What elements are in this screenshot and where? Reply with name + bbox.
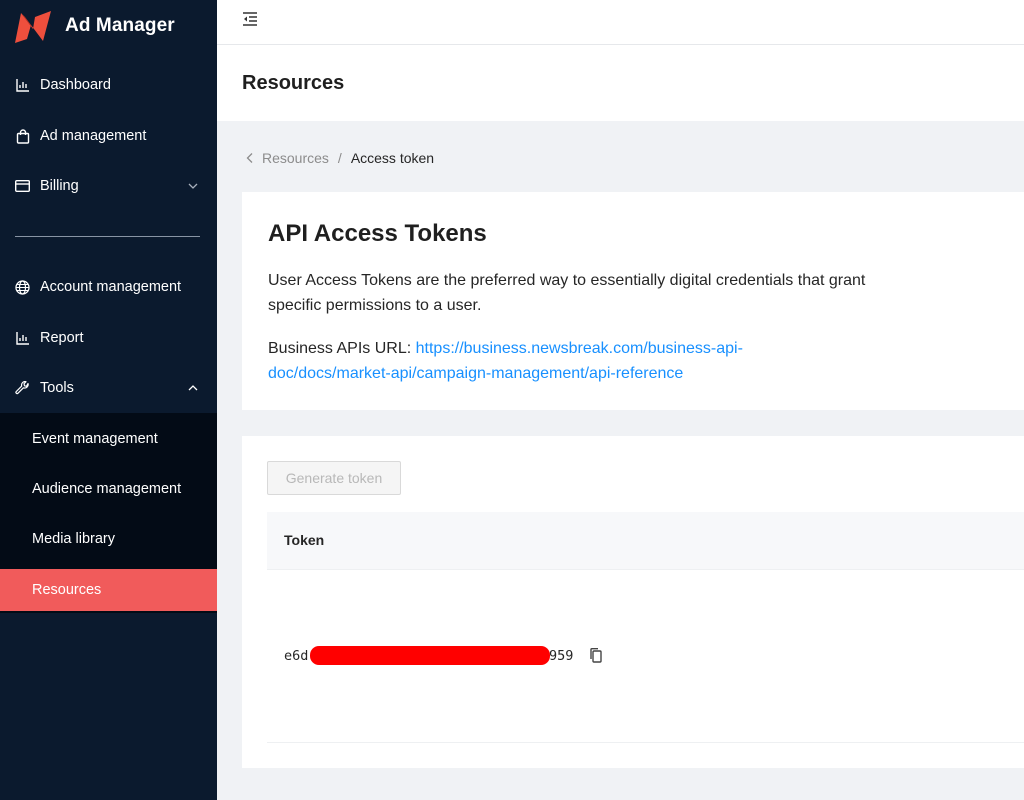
- sidebar-item-label: Media library: [32, 531, 115, 547]
- sidebar-item-tools[interactable]: Tools: [0, 363, 217, 413]
- shopping-bag-icon: [14, 128, 31, 145]
- bar-chart-icon: [14, 330, 31, 347]
- breadcrumb-link-resources[interactable]: Resources: [262, 150, 329, 166]
- brand[interactable]: Ad Manager: [0, 0, 217, 52]
- sidebar-item-report[interactable]: Report: [0, 313, 217, 363]
- sidebar-item-label: Report: [40, 330, 84, 346]
- sidebar-item-audience-management[interactable]: Audience management: [0, 468, 217, 510]
- sidebar-item-account-management[interactable]: Account management: [0, 262, 217, 312]
- chevron-down-icon: [188, 183, 198, 189]
- api-url-label: Business APIs URL:: [268, 340, 412, 357]
- generate-token-button[interactable]: Generate token: [267, 461, 401, 495]
- api-info-card: API Access Tokens User Access Tokens are…: [242, 192, 1024, 410]
- sidebar-item-label: Audience management: [32, 481, 182, 497]
- card-description: User Access Tokens are the preferred way…: [268, 272, 866, 314]
- sidebar: Ad Manager Dashboard Ad management Billi…: [0, 0, 217, 800]
- logo-icon: [15, 11, 51, 43]
- sidebar-item-label: Resources: [32, 582, 102, 598]
- globe-icon: [14, 279, 31, 296]
- card-title: API Access Tokens: [268, 220, 487, 247]
- breadcrumb-separator: /: [337, 150, 342, 166]
- sidebar-item-label: Tools: [40, 380, 74, 396]
- breadcrumb-current: Access token: [350, 150, 435, 166]
- redaction-mark: [310, 646, 550, 665]
- credit-card-icon: [14, 178, 31, 195]
- chevron-left-icon[interactable]: [244, 152, 256, 164]
- table-header: Token: [267, 512, 1024, 570]
- page-header: Resources: [217, 45, 1024, 121]
- table-row: e6d 959: [267, 570, 1024, 743]
- token-value-prefix: e6d: [284, 648, 309, 664]
- sidebar-item-billing[interactable]: Billing: [0, 161, 217, 211]
- bar-chart-icon: [14, 77, 31, 94]
- sidebar-item-media-library[interactable]: Media library: [0, 518, 217, 560]
- top-bar: [217, 0, 1024, 45]
- column-header-token: Token: [284, 532, 325, 548]
- breadcrumb: Resources / Access token: [244, 150, 434, 166]
- api-url-line: Business APIs URL: https://business.news…: [268, 336, 828, 386]
- sidebar-item-label: Dashboard: [40, 77, 111, 93]
- token-card: Generate token Token e6d 959: [242, 436, 1024, 768]
- sidebar-item-dashboard[interactable]: Dashboard: [0, 60, 217, 110]
- page-title: Resources: [242, 72, 345, 94]
- menu-fold-icon[interactable]: [241, 10, 259, 28]
- sidebar-item-event-management[interactable]: Event management: [0, 418, 217, 460]
- sidebar-item-resources[interactable]: Resources: [0, 569, 217, 611]
- sidebar-item-ad-management[interactable]: Ad management: [0, 111, 217, 161]
- token-value-suffix: 959: [549, 648, 574, 664]
- app-name: Ad Manager: [65, 15, 175, 36]
- sidebar-item-label: Ad management: [40, 128, 147, 144]
- sidebar-item-label: Billing: [40, 178, 79, 194]
- sidebar-divider: [15, 236, 200, 237]
- wrench-icon: [14, 380, 31, 397]
- sidebar-item-label: Event management: [32, 431, 158, 447]
- tools-submenu: Event management Audience management Med…: [0, 413, 217, 613]
- chevron-up-icon: [188, 385, 198, 391]
- sidebar-item-label: Account management: [40, 279, 182, 295]
- copy-icon[interactable]: [588, 647, 604, 664]
